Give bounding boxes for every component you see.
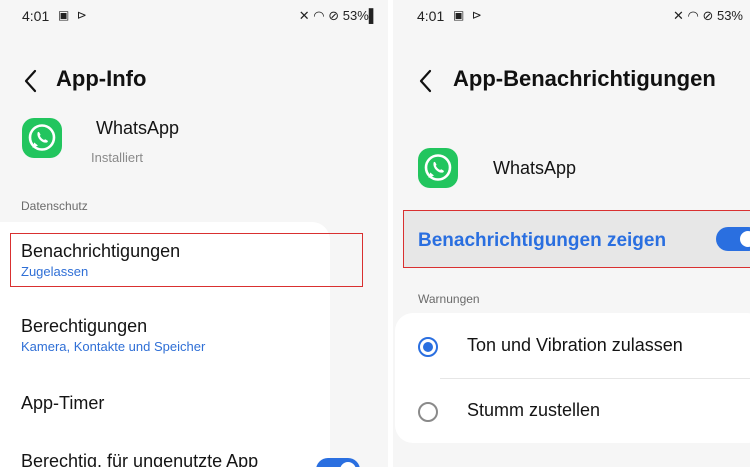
sound-vibration-label: Ton und Vibration zulassen (467, 335, 683, 355)
status-indicators: ✕ ◠ ⊘ 53%▌ (298, 8, 378, 23)
status-bar: 4:01 ▣ ⊳ ✕ ◠ ⊘ 53% (393, 0, 750, 30)
back-arrow-icon[interactable] (20, 66, 42, 96)
app-info-screen: 4:01 ▣ ⊳ ✕ ◠ ⊘ 53%▌ App-Info WhatsApp In… (0, 0, 388, 467)
highlight-box (10, 233, 363, 287)
list-item-permissions[interactable]: Berechtigungen Kamera, Kontakte und Spei… (0, 308, 330, 362)
highlight-box (403, 210, 750, 268)
permissions-summary: Kamera, Kontakte und Speicher (21, 339, 206, 354)
header: App-Benachrichtigungen (393, 62, 750, 102)
notification-icons: ▣ ⊳ (58, 8, 89, 22)
option-sound-vibration[interactable]: Ton und Vibration zulassen (395, 313, 750, 377)
section-label-privacy: Datenschutz (21, 199, 88, 213)
unused-app-toggle[interactable] (316, 458, 360, 467)
whatsapp-icon (418, 148, 458, 188)
status-time: 4:01 (417, 8, 445, 24)
app-state: Installiert (91, 150, 144, 165)
section-label-alerts: Warnungen (418, 292, 480, 306)
status-time: 4:01 (22, 8, 50, 24)
toggle-knob (340, 462, 356, 467)
list-item-unused-app[interactable]: Berechtig. für ungenutzte App (0, 445, 388, 467)
divider (440, 378, 750, 379)
header: App-Info (0, 62, 388, 102)
app-timer-title: App-Timer (21, 393, 105, 413)
back-arrow-icon[interactable] (415, 66, 437, 96)
status-bar: 4:01 ▣ ⊳ ✕ ◠ ⊘ 53%▌ (0, 0, 388, 30)
app-notifications-screen: 4:01 ▣ ⊳ ✕ ◠ ⊘ 53% App-Benachrichtigunge… (393, 0, 750, 467)
app-name: WhatsApp (493, 158, 577, 178)
notification-icons: ▣ ⊳ (453, 8, 484, 22)
list-item-app-timer[interactable]: App-Timer (0, 385, 330, 421)
radio-silent[interactable] (418, 402, 438, 422)
silent-label: Stumm zustellen (467, 400, 601, 420)
app-name: WhatsApp (96, 118, 180, 138)
page-title: App-Benachrichtigungen (453, 66, 716, 91)
page-title: App-Info (56, 66, 147, 91)
unused-app-title: Berechtig. für ungenutzte App (21, 451, 259, 467)
whatsapp-icon (22, 118, 62, 158)
status-indicators: ✕ ◠ ⊘ 53% (673, 8, 743, 23)
radio-sound-vibration[interactable] (418, 337, 438, 357)
option-silent[interactable]: Stumm zustellen (395, 380, 750, 442)
permissions-title: Berechtigungen (21, 316, 148, 336)
